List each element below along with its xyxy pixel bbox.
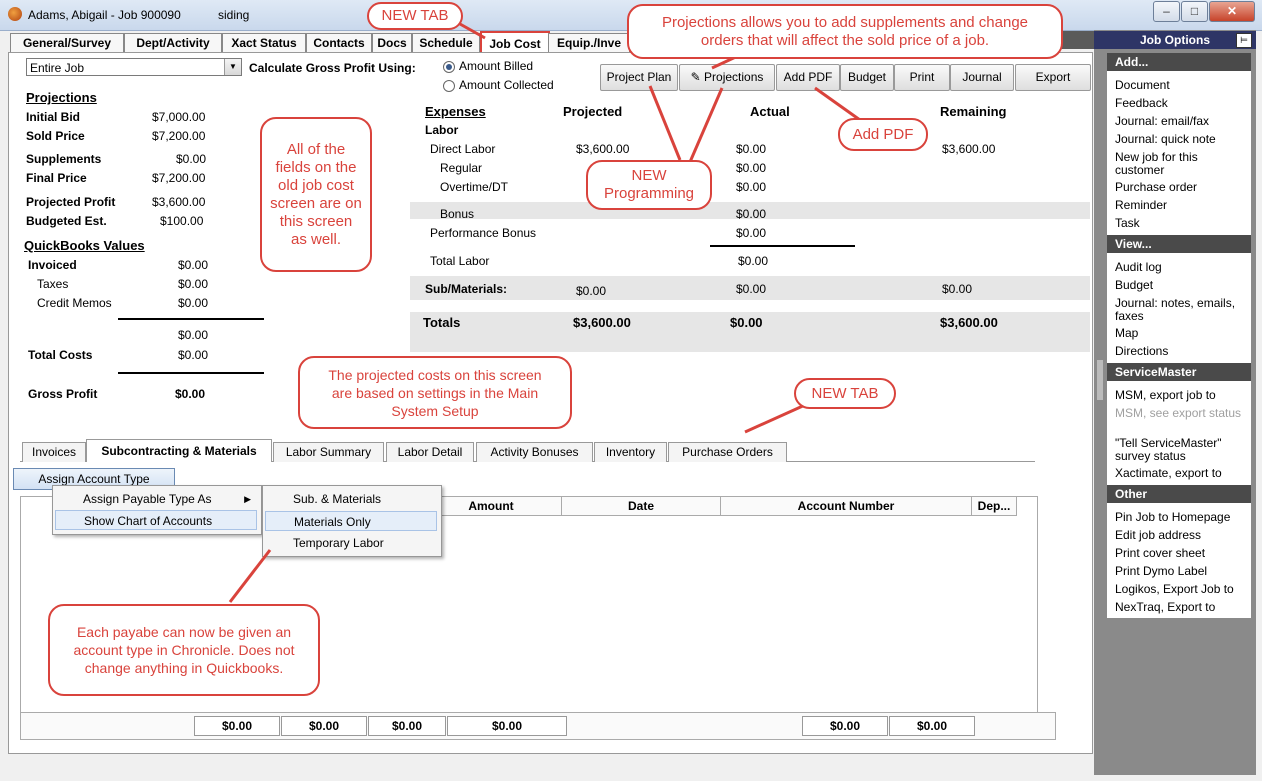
callout-payable-account-type: Each payabe can now be given an account … bbox=[48, 604, 320, 696]
callout-new-tab-top: NEW TAB bbox=[367, 2, 463, 30]
arrow-programming-projections bbox=[688, 87, 724, 163]
arrow-payable bbox=[228, 549, 272, 603]
arrow-new-tab-bottom bbox=[744, 403, 806, 434]
callout-projected-costs: The projected costs on this screen are b… bbox=[298, 356, 572, 429]
arrow-programming-plan bbox=[648, 85, 682, 161]
callout-new-programming: NEW Programming bbox=[586, 160, 712, 210]
arrow-add-pdf bbox=[814, 86, 861, 122]
callout-projections: Projections allows you to add supplement… bbox=[627, 4, 1063, 59]
callout-fields: All of the fields on the old job cost sc… bbox=[260, 117, 372, 272]
callout-new-tab-bottom: NEW TAB bbox=[794, 378, 896, 409]
arrow-new-tab-top bbox=[459, 22, 486, 40]
callout-add-pdf: Add PDF bbox=[838, 118, 928, 151]
